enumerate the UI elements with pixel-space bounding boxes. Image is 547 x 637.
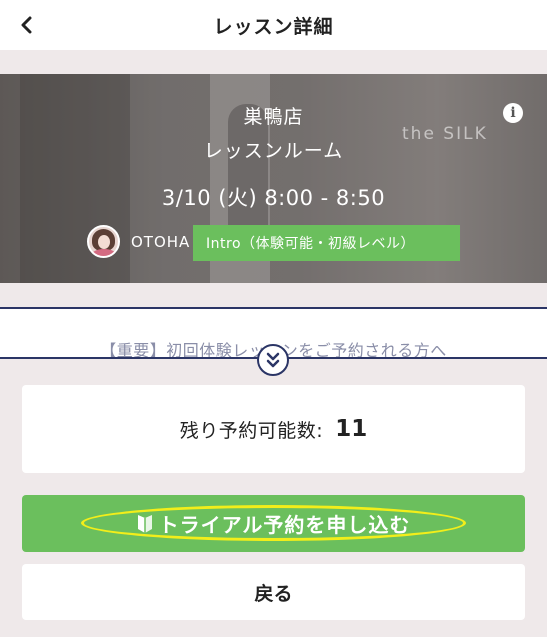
back-button[interactable]: 戻る — [22, 564, 525, 620]
expand-notice-button[interactable] — [257, 344, 289, 376]
studio-name: 巣鴨店 — [243, 106, 304, 128]
double-chevron-down-icon — [266, 352, 280, 368]
beginner-mark-icon — [137, 514, 152, 533]
room-name: レッスンルーム — [203, 140, 344, 162]
remaining-slots-card: 残り予約可能数: 11 — [22, 385, 525, 473]
lesson-datetime: 3/10 (火) 8:00 - 8:50 — [161, 186, 386, 210]
remaining-slots-count: 11 — [335, 416, 368, 442]
back-chevron-button[interactable] — [12, 10, 42, 40]
app-header: レッスン詳細 — [0, 0, 547, 50]
trial-reservation-button[interactable]: トライアル予約を申し込む — [22, 495, 525, 552]
instructor-name[interactable]: OTOHA — [131, 233, 190, 251]
page-title: レッスン詳細 — [213, 15, 334, 38]
instructor-avatar[interactable] — [87, 225, 120, 258]
chevron-left-icon — [21, 16, 32, 34]
lesson-hero: the SILK i 巣鴨店 レッスンルーム 3/10 (火) 8:00 - 8… — [0, 74, 547, 283]
level-badge: Intro（体験可能・初級レベル） — [193, 225, 460, 261]
remaining-slots-label: 残り予約可能数: — [179, 419, 324, 442]
